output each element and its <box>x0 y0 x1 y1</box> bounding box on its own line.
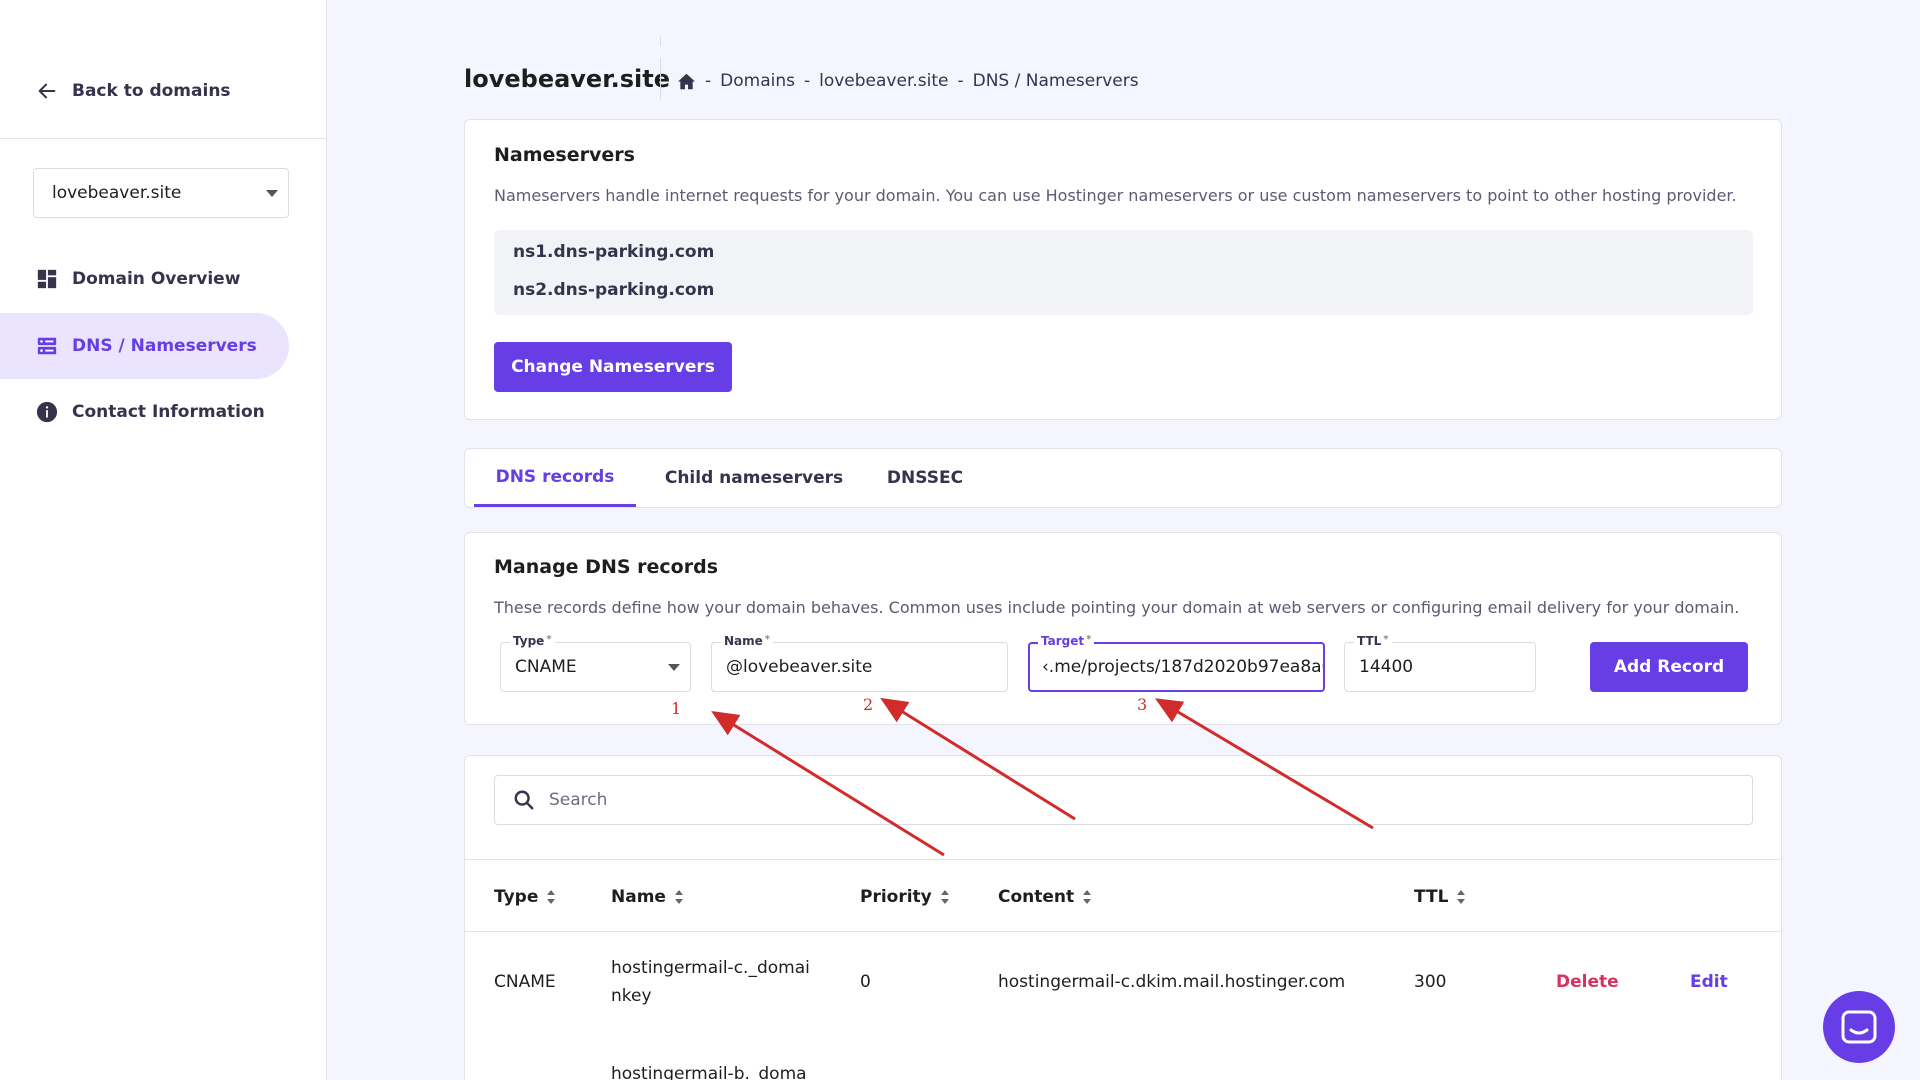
breadcrumb-current: DNS / Nameservers <box>972 71 1139 91</box>
record-ttl-label: TTL * <box>1354 634 1392 648</box>
record-name-value: @lovebeaver.site <box>726 657 873 677</box>
back-to-domains-link[interactable]: Back to domains <box>36 80 231 102</box>
domain-select[interactable]: lovebeaver.site <box>33 168 289 218</box>
search-input[interactable] <box>549 790 1649 810</box>
breadcrumb-domain[interactable]: lovebeaver.site <box>819 71 948 91</box>
column-name[interactable]: Name <box>611 887 684 907</box>
sidebar-divider <box>0 138 327 139</box>
dns-icon <box>37 337 57 355</box>
change-nameservers-button[interactable]: Change Nameservers <box>494 342 732 392</box>
record-target-field[interactable]: ‹.me/projects/187d2020b97ea8a0 <box>1028 642 1325 692</box>
breadcrumb-domains[interactable]: Domains <box>720 71 795 91</box>
annotation-1: 1 <box>671 699 682 718</box>
record-ttl-field[interactable]: 14400 <box>1344 642 1536 692</box>
record-ttl-value: 14400 <box>1359 657 1414 677</box>
row-content: hostingermail-c.dkim.mail.hostinger.com <box>998 972 1346 992</box>
sidebar-item-dns-nameservers[interactable]: DNS / Nameservers <box>0 313 289 379</box>
chat-icon <box>1841 1010 1877 1044</box>
domain-select-value: lovebeaver.site <box>52 183 182 203</box>
record-type-value: CNAME <box>515 657 577 677</box>
row-name-line2: nkey <box>611 986 652 1006</box>
arrow-left-icon <box>38 83 56 99</box>
breadcrumb: - Domains - lovebeaver.site - DNS / Name… <box>677 71 1139 91</box>
edit-record-button[interactable]: Edit <box>1690 968 1728 996</box>
nameservers-description: Nameservers handle internet requests for… <box>494 186 1737 205</box>
sidebar-item-contact-information[interactable]: Contact Information <box>0 379 289 445</box>
manage-dns-card: Manage DNS records These records define … <box>464 532 1782 725</box>
column-content[interactable]: Content <box>998 887 1092 907</box>
tab-child-nameservers[interactable]: Child nameservers <box>656 449 852 507</box>
nameserver-2: ns2.dns-parking.com <box>513 280 715 300</box>
sort-icon <box>547 890 556 904</box>
caret-down-icon <box>266 190 278 197</box>
row-name-line1: hostingermail-b._doma <box>611 1064 807 1080</box>
breadcrumb-separator: - <box>705 71 712 91</box>
record-target-value: ‹.me/projects/187d2020b97ea8a0 <box>1042 657 1325 677</box>
column-ttl[interactable]: TTL <box>1414 887 1466 907</box>
column-priority[interactable]: Priority <box>860 887 950 907</box>
sort-icon <box>940 890 949 904</box>
row-ttl: 300 <box>1414 972 1447 992</box>
caret-down-icon <box>668 664 680 671</box>
home-icon[interactable] <box>677 73 696 90</box>
tab-dns-records[interactable]: DNS records <box>474 449 636 507</box>
record-type-label: Type * <box>510 634 555 648</box>
breadcrumb-separator: - <box>957 71 964 91</box>
record-type-select[interactable]: CNAME <box>500 642 691 692</box>
row-priority: 0 <box>860 972 871 992</box>
header-divider <box>660 58 661 100</box>
sort-icon <box>674 890 683 904</box>
breadcrumb-separator: - <box>803 71 811 91</box>
search-icon <box>514 790 534 810</box>
header-tick <box>660 36 661 46</box>
sort-icon <box>1457 890 1466 904</box>
annotation-3: 3 <box>1137 695 1148 714</box>
delete-record-button[interactable]: Delete <box>1556 968 1619 996</box>
nameservers-card: Nameservers Nameservers handle internet … <box>464 119 1782 420</box>
sidebar-item-label: Domain Overview <box>72 269 241 289</box>
dns-records-table-card: Type Name Priority Content TTL CNAME hos… <box>464 755 1782 1080</box>
nameserver-1: ns1.dns-parking.com <box>513 242 715 262</box>
column-type[interactable]: Type <box>494 887 556 907</box>
back-label: Back to domains <box>72 81 231 101</box>
search-box[interactable] <box>494 775 1753 825</box>
annotation-2: 2 <box>863 695 874 714</box>
chat-button[interactable] <box>1823 991 1895 1063</box>
sidebar-item-label: DNS / Nameservers <box>72 336 257 356</box>
nameservers-title: Nameservers <box>494 144 635 166</box>
record-target-label: Target * <box>1038 634 1095 648</box>
row-type: CNAME <box>494 972 556 992</box>
record-name-field[interactable]: @lovebeaver.site <box>711 642 1008 692</box>
sidebar-item-domain-overview[interactable]: Domain Overview <box>0 246 289 312</box>
record-name-label: Name * <box>721 634 774 648</box>
info-icon <box>36 401 58 423</box>
tab-dnssec[interactable]: DNSSEC <box>875 449 975 507</box>
manage-dns-description: These records define how your domain beh… <box>494 598 1740 617</box>
table-header: Type Name Priority Content TTL <box>465 859 1781 932</box>
nameservers-list: ns1.dns-parking.com ns2.dns-parking.com <box>494 230 1753 315</box>
dns-tabs: DNS records Child nameservers DNSSEC <box>464 448 1782 508</box>
sidebar-item-label: Contact Information <box>72 402 265 422</box>
manage-dns-title: Manage DNS records <box>494 556 719 578</box>
page-title: lovebeaver.site <box>464 65 671 93</box>
sidebar: Back to domains lovebeaver.site Domain O… <box>0 0 327 1080</box>
dashboard-icon <box>37 269 57 289</box>
row-name-line1: hostingermail-c._domai <box>611 958 810 978</box>
sort-icon <box>1083 890 1092 904</box>
add-record-button[interactable]: Add Record <box>1590 642 1748 692</box>
